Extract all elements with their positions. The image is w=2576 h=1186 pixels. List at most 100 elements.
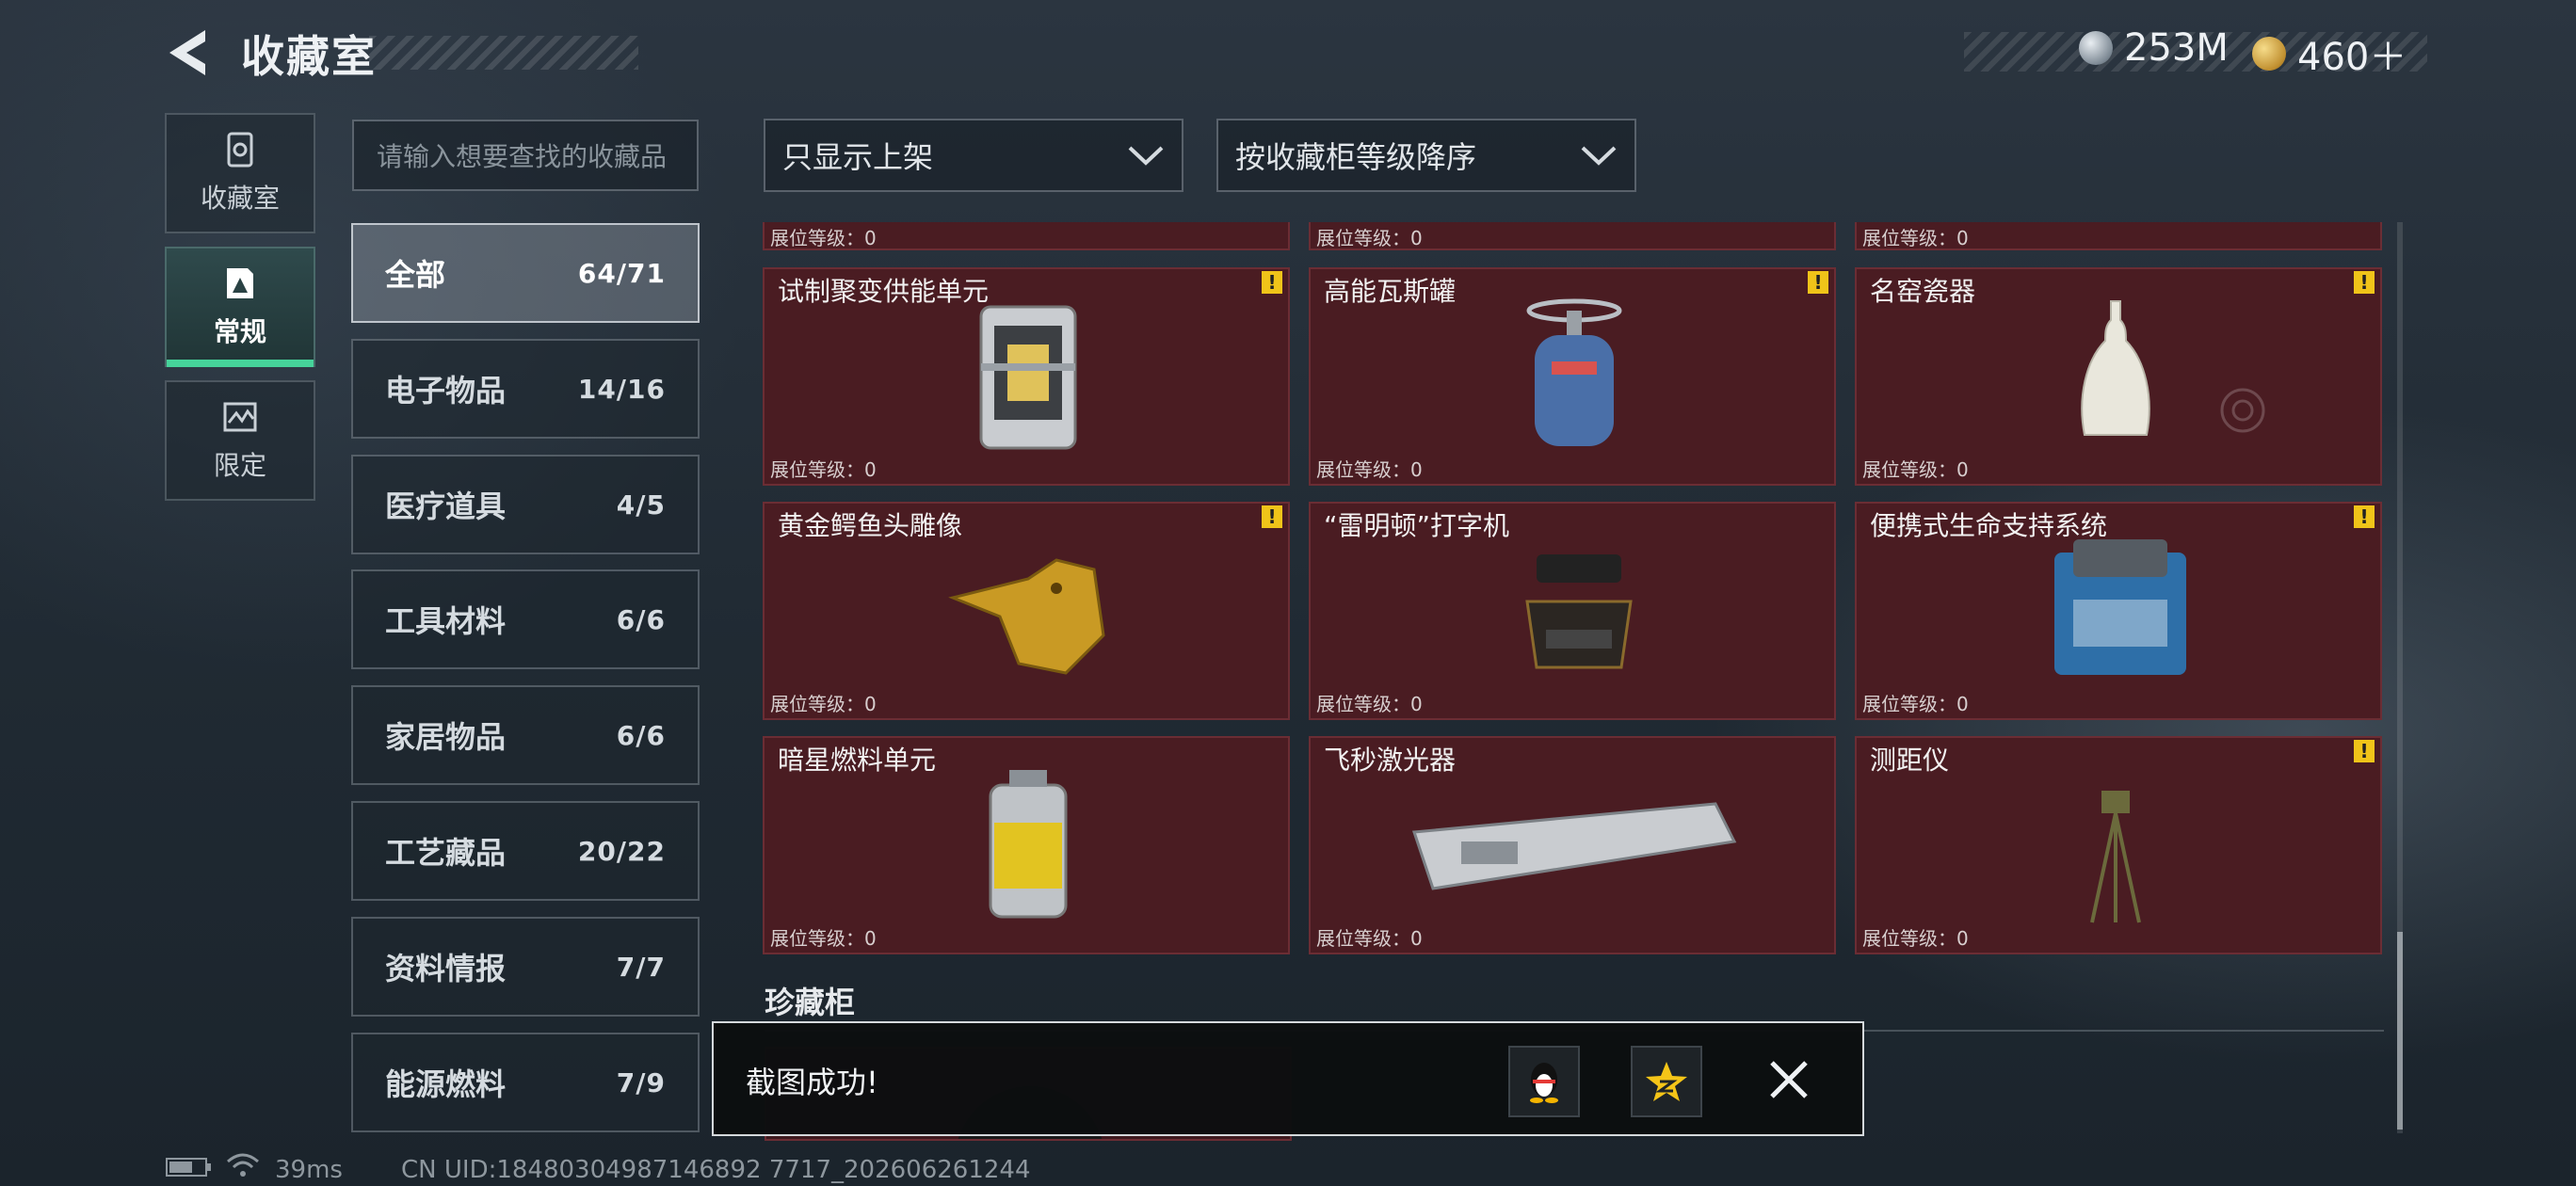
- alert-badge: !: [2354, 271, 2375, 294]
- collection-grid: 展位等级：0 展位等级：0 展位等级：0 试制聚变供能单元 ! 展位等级：0 高…: [763, 222, 2384, 1133]
- back-arrow-icon: [169, 30, 205, 75]
- display-level: 展位等级：0: [1316, 693, 1423, 715]
- category-count: 4/5: [616, 489, 666, 521]
- category-electronics[interactable]: 电子物品 14/16: [351, 339, 700, 439]
- category-label: 医疗道具: [385, 489, 507, 524]
- search-input[interactable]: 请输入想要查找的收藏品: [352, 120, 699, 191]
- darkstar-fuel-cell-image: [989, 770, 1068, 919]
- fusion-unit-image: [979, 305, 1077, 450]
- partial-card[interactable]: 展位等级：0: [1309, 222, 1836, 250]
- sort-dropdown[interactable]: 按收藏柜等级降序: [1216, 119, 1636, 192]
- display-level: 展位等级：0: [1862, 227, 1969, 249]
- filter-dropdown[interactable]: 只显示上架: [764, 119, 1183, 192]
- silver-currency[interactable]: 253M: [2079, 26, 2229, 70]
- item-card-porcelain[interactable]: 名窑瓷器 ! 展位等级：0: [1855, 267, 2382, 486]
- category-label: 能源燃料: [385, 1066, 507, 1102]
- gold-currency-value: 460＋: [2297, 36, 2407, 79]
- rangefinder-image: [2090, 791, 2141, 923]
- typewriter-image: [1525, 554, 1633, 669]
- item-card-rangefinder[interactable]: 测距仪 ! 展位等级：0: [1855, 736, 2382, 954]
- search-placeholder: 请输入想要查找的收藏品: [377, 141, 668, 172]
- gold-coin-icon: [2252, 37, 2286, 71]
- collection-room-icon: [227, 132, 253, 168]
- display-level: 展位等级：0: [1316, 458, 1423, 481]
- wifi-icon: [226, 1152, 260, 1185]
- category-count: 7/9: [616, 1066, 666, 1098]
- category-count: 6/6: [616, 719, 666, 751]
- display-level: 展位等级：0: [1316, 227, 1423, 249]
- display-level: 展位等级：0: [1316, 927, 1423, 950]
- category-label: 全部: [385, 257, 446, 293]
- nav-tab-regular[interactable]: 常规: [165, 247, 315, 367]
- uid-text: CN UID:18480304987146892 7717_2026062612…: [401, 1156, 1031, 1184]
- category-count: 7/7: [616, 951, 666, 983]
- gold-crocodile-statue-image: [948, 558, 1105, 675]
- section-title: 珍藏柜: [765, 985, 856, 1020]
- silver-coin-icon: [2079, 31, 2113, 65]
- category-label: 家居物品: [385, 719, 507, 755]
- category-household[interactable]: 家居物品 6/6: [351, 685, 700, 785]
- category-count: 14/16: [577, 373, 666, 405]
- target-reticle-icon: [2220, 388, 2265, 433]
- partial-card[interactable]: 展位等级：0: [763, 222, 1290, 250]
- item-card-typewriter[interactable]: “雷明顿”打字机 展位等级：0: [1309, 502, 1836, 720]
- display-level: 展位等级：0: [1862, 927, 1969, 950]
- nav-tab-collection-room[interactable]: 收藏室: [165, 113, 315, 233]
- category-intel[interactable]: 资料情报 7/7: [351, 917, 700, 1017]
- close-toast-button[interactable]: [1759, 1050, 1819, 1110]
- nav-tab-label: 收藏室: [200, 183, 280, 214]
- page-title: 收藏室: [241, 31, 377, 82]
- item-name: 试制聚变供能单元: [778, 276, 990, 307]
- scrollbar-thumb[interactable]: [2397, 932, 2403, 1130]
- item-card-gas-canister[interactable]: 高能瓦斯罐 ! 展位等级：0: [1309, 267, 1836, 486]
- regular-icon: [227, 268, 253, 298]
- title-decoration: [369, 36, 638, 70]
- alert-badge: !: [1808, 271, 1828, 294]
- category-count: 64/71: [577, 257, 666, 289]
- femtosecond-laser-image: [1411, 802, 1737, 890]
- nav-tab-limited[interactable]: 限定: [165, 380, 315, 501]
- qzone-star-icon: [1646, 1062, 1687, 1101]
- silver-currency-value: 253M: [2124, 26, 2229, 70]
- category-all[interactable]: 全部 64/71: [351, 223, 700, 323]
- share-qq-button[interactable]: [1508, 1046, 1580, 1117]
- item-name: 高能瓦斯罐: [1324, 276, 1457, 307]
- share-qzone-button[interactable]: [1631, 1046, 1702, 1117]
- alert-badge: !: [1262, 505, 1282, 528]
- item-card-life-support[interactable]: 便携式生命支持系统 ! 展位等级：0: [1855, 502, 2382, 720]
- alert-badge: !: [2354, 740, 2375, 762]
- chevron-down-icon: [1128, 146, 1164, 166]
- battery-icon: [166, 1156, 213, 1184]
- display-level: 展位等级：0: [770, 927, 877, 950]
- category-medical[interactable]: 医疗道具 4/5: [351, 455, 700, 554]
- back-button[interactable]: [164, 26, 213, 79]
- category-tools[interactable]: 工具材料 6/6: [351, 569, 700, 669]
- item-card-darkstar-fuel[interactable]: 暗星燃料单元 展位等级：0: [763, 736, 1290, 954]
- category-label: 电子物品: [385, 373, 507, 409]
- category-crafts[interactable]: 工艺藏品 20/22: [351, 801, 700, 901]
- item-card-gold-crocodile[interactable]: 黄金鳄鱼头雕像 ! 展位等级：0: [763, 502, 1290, 720]
- item-card-femtosecond-laser[interactable]: 飞秒激光器 展位等级：0: [1309, 736, 1836, 954]
- display-level: 展位等级：0: [1862, 693, 1969, 715]
- nav-tab-label: 常规: [213, 316, 266, 347]
- partial-card[interactable]: 展位等级：0: [1855, 222, 2382, 250]
- screenshot-toast: 截图成功!: [712, 1021, 1864, 1136]
- item-name: 名窑瓷器: [1870, 276, 1976, 307]
- gas-canister-image: [1526, 298, 1622, 446]
- item-name: 黄金鳄鱼头雕像: [778, 510, 963, 541]
- life-support-system-image: [2054, 539, 2186, 675]
- alert-badge: !: [2354, 505, 2375, 528]
- item-card-fusion-unit[interactable]: 试制聚变供能单元 ! 展位等级：0: [763, 267, 1290, 486]
- category-energy[interactable]: 能源燃料 7/9: [351, 1033, 700, 1132]
- qq-penguin-icon: [1530, 1063, 1558, 1103]
- nav-tab-label: 限定: [213, 450, 266, 481]
- display-level: 展位等级：0: [770, 458, 877, 481]
- close-icon: [1770, 1061, 1808, 1098]
- sort-dropdown-value: 按收藏柜等级降序: [1235, 139, 1477, 175]
- ping-value: 39ms: [275, 1156, 343, 1184]
- alert-badge: !: [1262, 271, 1282, 294]
- category-count: 20/22: [577, 835, 666, 867]
- gold-currency[interactable]: 460＋: [2252, 26, 2407, 81]
- category-label: 工具材料: [385, 603, 507, 639]
- item-name: 暗星燃料单元: [778, 745, 937, 776]
